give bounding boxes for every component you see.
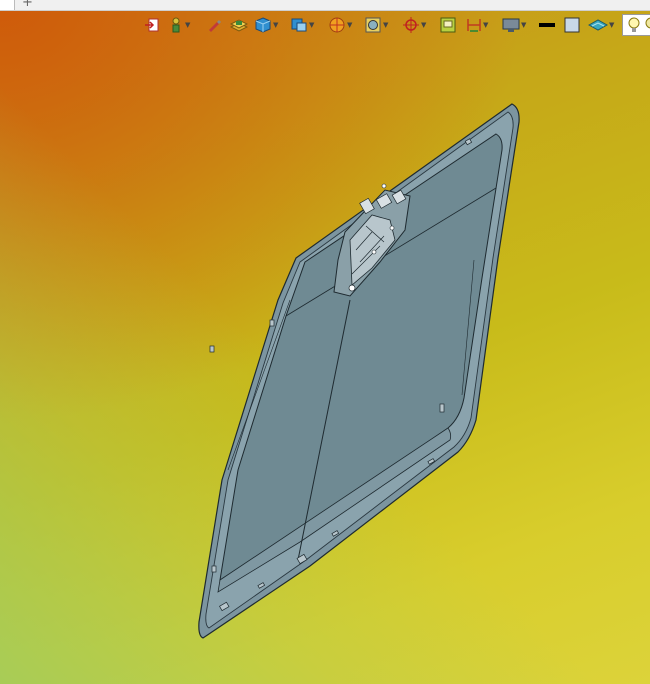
window-panel-model[interactable] bbox=[0, 0, 650, 684]
